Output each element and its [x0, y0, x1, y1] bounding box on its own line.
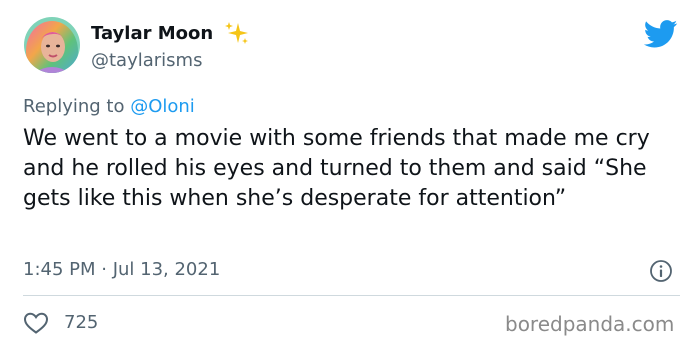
tweet-text: We went to a movie with some friends tha…: [23, 126, 650, 211]
divider: [23, 295, 680, 296]
reply-mention-link[interactable]: @Oloni: [130, 96, 195, 117]
tweet-timestamp[interactable]: 1:45 PM · Jul 13, 2021: [23, 258, 220, 282]
twitter-bird-icon[interactable]: [644, 20, 678, 48]
avatar[interactable]: [24, 17, 80, 73]
like-count: 725: [64, 312, 99, 333]
watermark: boredpanda.com: [505, 312, 675, 336]
reply-prefix: Replying to: [23, 96, 131, 117]
heart-icon[interactable]: [23, 311, 49, 335]
user-handle[interactable]: @taylarisms: [91, 49, 202, 73]
avatar-illustration-icon: [24, 17, 80, 73]
display-name[interactable]: Taylar Moon: [91, 22, 213, 46]
sparkle-icon: [225, 22, 248, 44]
reply-context: Replying to @Oloni: [23, 94, 195, 120]
info-icon[interactable]: [649, 259, 673, 283]
